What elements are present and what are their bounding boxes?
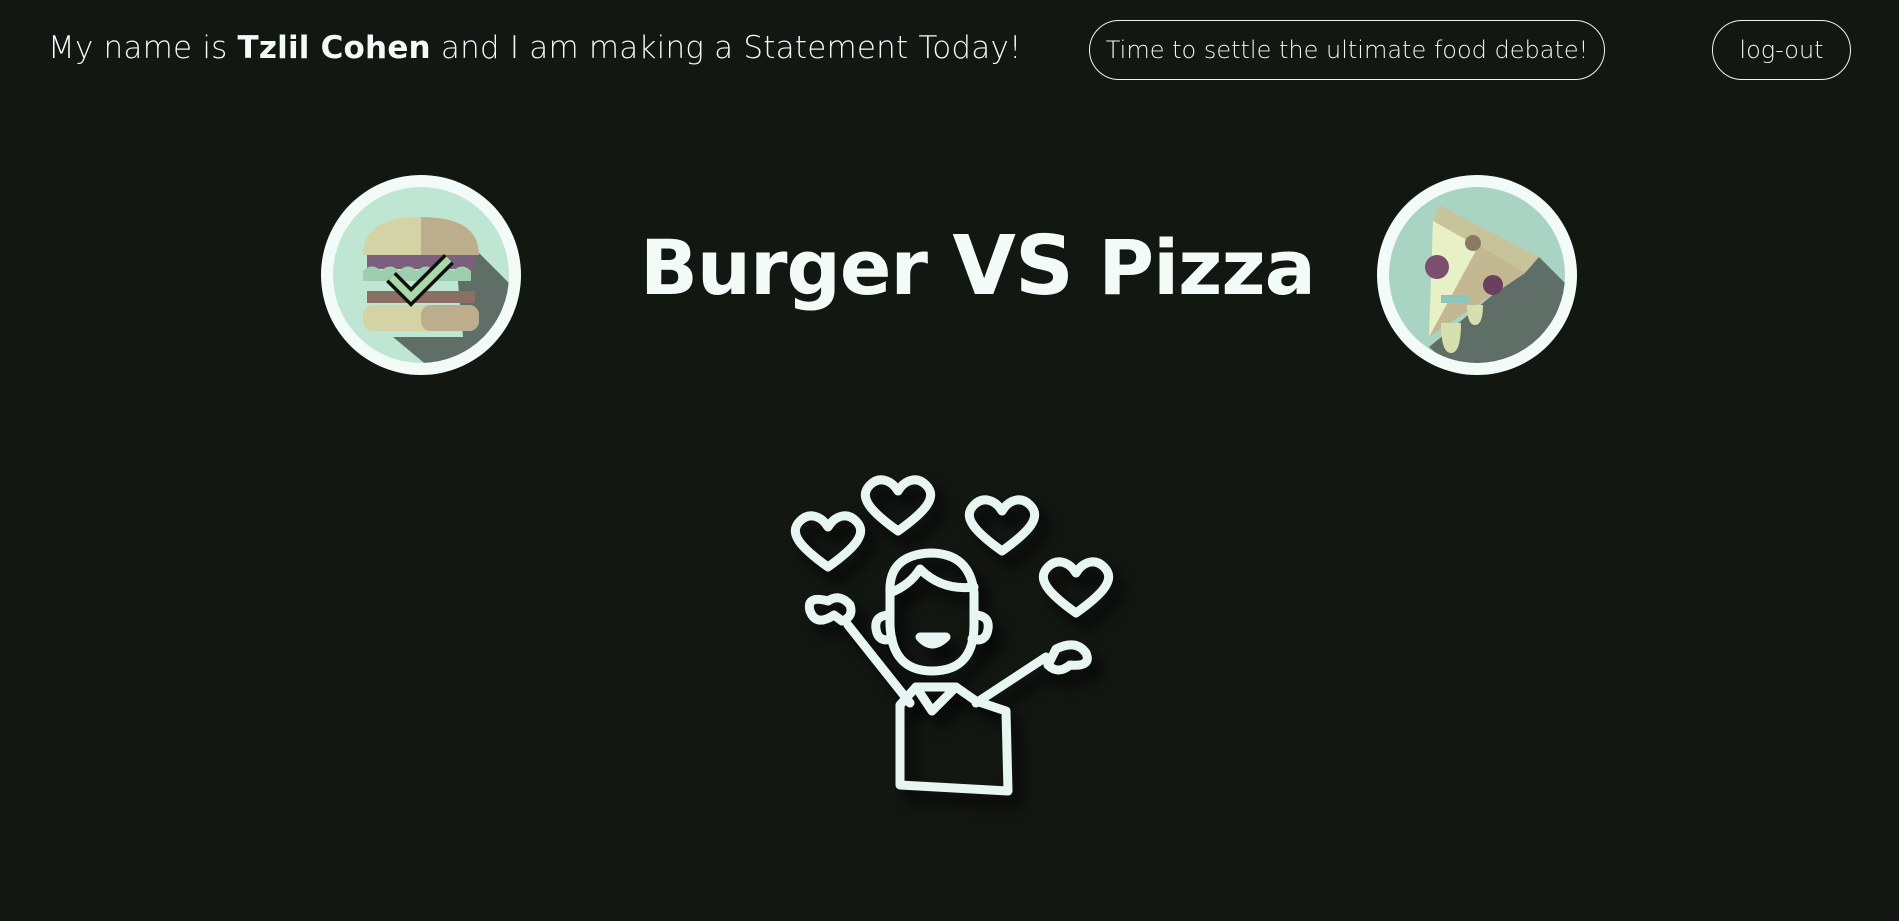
user-name: Tzlil Cohen [237, 30, 431, 66]
intro-suffix: and I am making a Statement Today! [430, 30, 1022, 66]
burger-icon [333, 187, 509, 363]
heart-icon [964, 495, 1040, 556]
logout-button[interactable]: log-out [1712, 20, 1851, 80]
title-right: Pizza [1098, 223, 1316, 312]
pizza-choice-button[interactable] [1377, 175, 1577, 375]
heart-icon [860, 475, 936, 536]
celebrating-person-icon [770, 475, 1120, 815]
page: My name is Tzlil Cohen and I am making a… [0, 0, 1899, 921]
title-vs: VS [952, 219, 1074, 314]
pizza-icon [1389, 187, 1565, 363]
burger-choice-button[interactable] [321, 175, 521, 375]
heart-icon [1038, 557, 1114, 618]
heart-icon [790, 511, 866, 572]
page-title: Burger VS Pizza [640, 226, 1316, 308]
title-left: Burger [640, 223, 928, 312]
intro-statement: My name is Tzlil Cohen and I am making a… [48, 30, 1022, 66]
food-debate-button[interactable]: Time to settle the ultimate food debate! [1089, 20, 1605, 80]
intro-prefix: My name is [48, 30, 238, 66]
